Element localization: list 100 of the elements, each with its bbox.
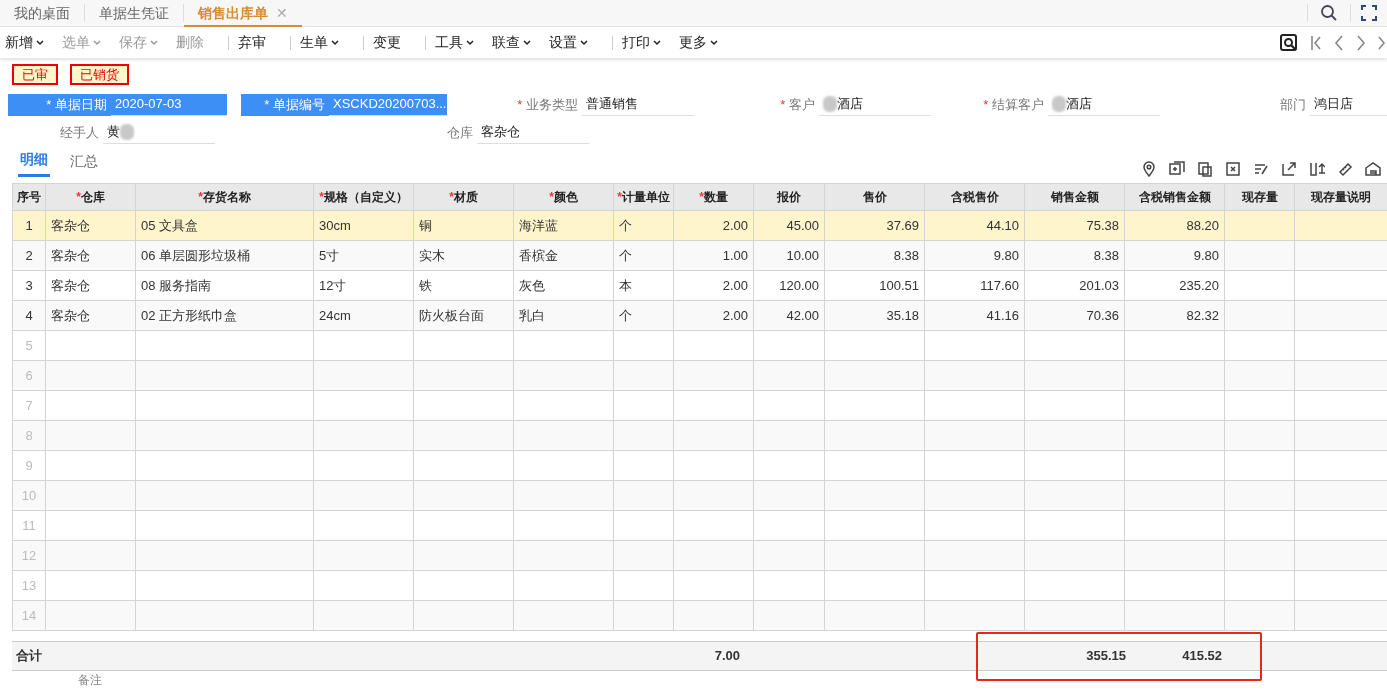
table-cell: 香槟金: [513, 240, 614, 271]
table-cell: 铜: [413, 210, 514, 241]
export-icon[interactable]: [1281, 161, 1297, 177]
location-pin-icon[interactable]: [1141, 161, 1157, 177]
fullscreen-icon[interactable]: [1361, 5, 1377, 21]
search-icon[interactable]: [1320, 4, 1338, 22]
column-header: *仓库: [45, 183, 136, 211]
tab[interactable]: 单据生凭证: [85, 0, 183, 27]
table-cell: 41.16: [924, 300, 1025, 331]
table-cell: 06 单层圆形垃圾桶: [135, 240, 314, 271]
table-cell: 2.00: [673, 270, 754, 301]
table-cell: 9.80: [1124, 240, 1225, 271]
table-cell: 个: [613, 210, 674, 241]
field-label: * 单据编号: [241, 94, 329, 116]
status-stamp: 已审: [12, 64, 58, 85]
toolbar-button[interactable]: 打印: [601, 27, 666, 58]
table-cell: 14: [12, 600, 46, 631]
table-cell: 9.80: [924, 240, 1025, 271]
toolbar-button[interactable]: 更多: [674, 27, 723, 58]
first-page-icon[interactable]: [1310, 34, 1322, 51]
toolbar-button[interactable]: 变更: [352, 27, 406, 58]
column-header: 含税销售金额: [1124, 183, 1225, 211]
table-cell: 个: [613, 240, 674, 271]
field-value[interactable]: 普通销售: [582, 94, 694, 116]
ruler-icon[interactable]: [1337, 161, 1353, 177]
table-cell: 5寸: [313, 240, 414, 271]
table-cell: 12寸: [313, 270, 414, 301]
field-value[interactable]: 酒店: [819, 94, 931, 116]
table-cell: 8.38: [1024, 240, 1125, 271]
column-header: *材质: [413, 183, 514, 211]
field-value[interactable]: 客杂仓: [477, 122, 589, 144]
toolbar-button[interactable]: 弃审: [217, 27, 271, 58]
table-cell: 201.03: [1024, 270, 1125, 301]
table-cell: 乳白: [513, 300, 614, 331]
column-header: 报价: [753, 183, 825, 211]
table-cell: 2.00: [673, 210, 754, 241]
column-header: 含税售价: [924, 183, 1025, 211]
caret-icon: [580, 39, 588, 46]
copy-icon[interactable]: [1197, 161, 1213, 177]
table-cell: 1: [12, 210, 46, 241]
toolbar-button[interactable]: 设置: [544, 27, 593, 58]
toolbar-button[interactable]: 工具: [414, 27, 479, 58]
caret-icon: [93, 39, 101, 46]
field-value[interactable]: 鸿日店: [1310, 94, 1387, 116]
detail-tab[interactable]: 汇总: [68, 149, 100, 177]
delete-row-icon[interactable]: [1225, 161, 1241, 177]
add-row-icon[interactable]: [1169, 161, 1185, 177]
warehouse-icon[interactable]: [1365, 161, 1381, 177]
table-cell: 70.36: [1024, 300, 1125, 331]
table-cell: 8: [12, 420, 46, 451]
table-cell: 灰色: [513, 270, 614, 301]
table-cell: 防火板台面: [413, 300, 514, 331]
table-cell: 08 服务指南: [135, 270, 314, 301]
table-cell: 3: [12, 270, 46, 301]
table-cell: 02 正方形纸巾盒: [135, 300, 314, 331]
toolbar-button[interactable]: 新增: [0, 27, 49, 58]
detail-tab[interactable]: 明细: [18, 149, 50, 177]
column-header: *数量: [673, 183, 754, 211]
field-value[interactable]: 酒店: [1048, 94, 1160, 116]
caret-icon: [466, 39, 474, 46]
redaction-blur: [120, 123, 134, 140]
table-cell: 9: [12, 450, 46, 481]
table-cell: 客杂仓: [45, 270, 136, 301]
column-header: 销售金额: [1024, 183, 1125, 211]
preview-icon[interactable]: [1280, 33, 1298, 52]
column-header: 售价: [824, 183, 925, 211]
last-page-icon[interactable]: [1378, 34, 1385, 51]
toolbar-button[interactable]: 生单: [279, 27, 344, 58]
caret-icon: [331, 39, 339, 46]
previous-icon[interactable]: [1334, 34, 1344, 51]
table-cell: 88.20: [1124, 210, 1225, 241]
field-value[interactable]: 黄: [103, 122, 215, 144]
total-label: 合计: [15, 647, 42, 666]
field-label: * 业务类型: [516, 96, 579, 114]
table-cell: 05 文具盒: [135, 210, 314, 241]
table-cell: 4: [12, 300, 46, 331]
transfer-icon[interactable]: [1309, 161, 1325, 177]
tab[interactable]: 我的桌面: [0, 0, 84, 27]
toolbar-button[interactable]: 联查: [487, 27, 536, 58]
table-cell: 客杂仓: [45, 240, 136, 271]
table-cell: 11: [12, 510, 46, 541]
next-icon[interactable]: [1356, 34, 1366, 51]
field-label: 仓库: [446, 124, 474, 142]
table-cell: 235.20: [1124, 270, 1225, 301]
table-cell: 44.10: [924, 210, 1025, 241]
caret-icon: [36, 39, 44, 46]
table-cell: 120.00: [753, 270, 825, 301]
table-cell: 12: [12, 540, 46, 571]
edit-lines-icon[interactable]: [1253, 161, 1269, 177]
total-quantity: 7.00: [714, 647, 740, 666]
column-header: *颜色: [513, 183, 614, 211]
table-cell: 个: [613, 300, 674, 331]
remarks-label: 备注: [78, 673, 102, 687]
caret-icon: [653, 39, 661, 46]
total-amount: 355.15: [1086, 647, 1126, 666]
table-cell: 2.00: [673, 300, 754, 331]
caret-icon: [150, 39, 158, 46]
table-cell: 1.00: [673, 240, 754, 271]
column-header: 序号: [12, 183, 46, 211]
table-cell: 13: [12, 570, 46, 601]
